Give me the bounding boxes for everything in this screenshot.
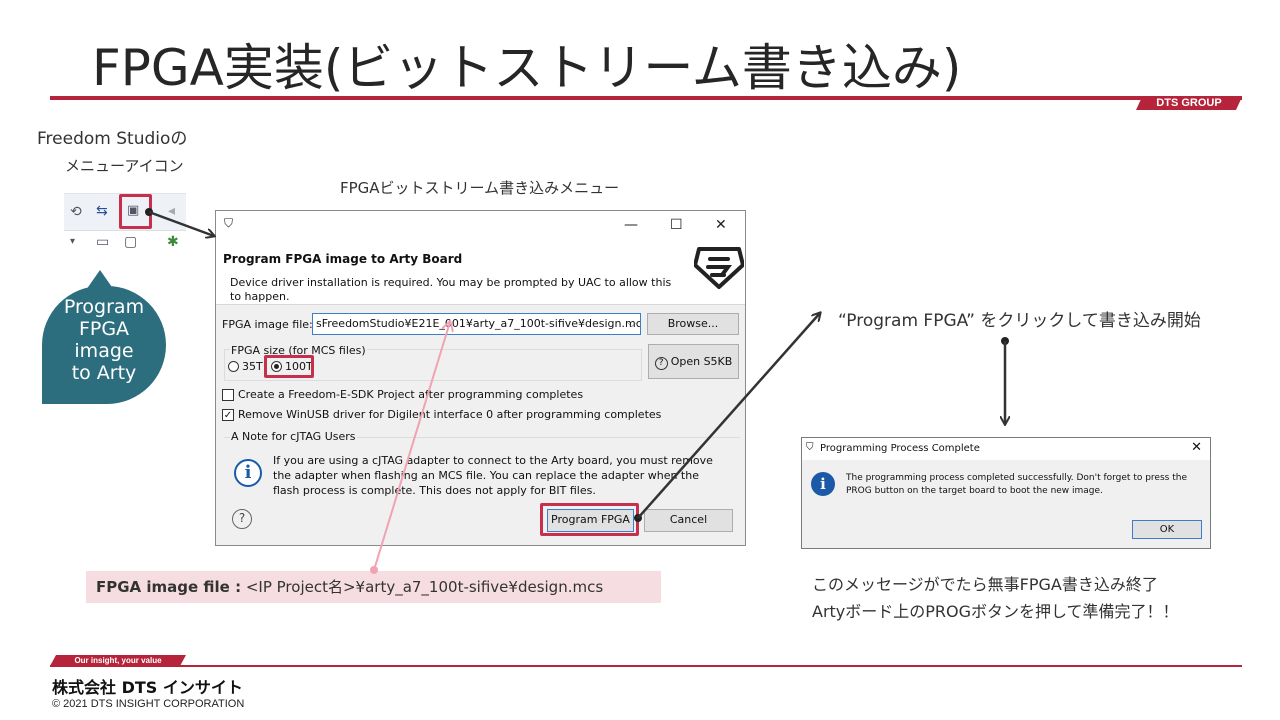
menu-icon-caption-line2: メニューアイコン bbox=[65, 157, 184, 175]
footer-copyright: © 2021 DTS INSIGHT CORPORATION bbox=[52, 698, 245, 710]
ok-button[interactable]: OK bbox=[1132, 520, 1202, 539]
sifive-small-icon: ⛉ bbox=[806, 442, 814, 453]
dialog-caption: FPGAビットストリーム書き込みメニュー bbox=[340, 179, 620, 197]
footer-rule bbox=[50, 665, 1242, 667]
menu-icon-caption: Freedom Studioの メニューアイコン bbox=[37, 126, 187, 180]
menu-icon-highlight bbox=[119, 194, 152, 229]
message-text: The programming process completed succes… bbox=[846, 473, 1187, 496]
close-icon[interactable]: ✕ bbox=[1191, 440, 1202, 455]
dialog-description: Device driver installation is required. … bbox=[230, 276, 672, 303]
sifive-small-icon: ⛉ bbox=[224, 216, 234, 230]
checkbox2-label: Remove WinUSB driver for Digilent interf… bbox=[238, 408, 662, 421]
info-icon: i bbox=[811, 472, 835, 496]
bubble-line4: to Arty bbox=[71, 362, 137, 384]
menu-icon-bubble: Program FPGA image to Arty bbox=[42, 286, 166, 404]
info-icon: i bbox=[234, 459, 262, 487]
bubble-line1: Program bbox=[63, 296, 145, 318]
cjtag-note-label: A Note for cJTAG Users bbox=[230, 430, 357, 443]
sifive-logo-icon bbox=[694, 247, 744, 289]
cancel-button[interactable]: Cancel bbox=[644, 509, 733, 532]
file-path-note-value: <IP Project名>¥arty_a7_100t-sifive¥design… bbox=[241, 578, 604, 596]
fpga-image-file-value: sFreedomStudio¥E21E_001¥arty_a7_100t-sif… bbox=[316, 317, 641, 330]
slide-title: FPGA実装(ビットストリーム書き込み) bbox=[92, 39, 962, 97]
radio-35t[interactable]: 35T bbox=[228, 360, 263, 373]
file-path-note: FPGA image file : <IP Project名>¥arty_a7_… bbox=[86, 571, 661, 603]
checkbox1-box[interactable] bbox=[222, 388, 234, 401]
file-path-note-label: FPGA image file : bbox=[96, 578, 242, 596]
program-fpga-dialog: ⛉ — ☐ ✕ Program FPGA image to Arty Board… bbox=[215, 210, 746, 546]
open-s5kb-button[interactable]: ? Open S5KB bbox=[648, 344, 739, 379]
remove-winusb-checkbox[interactable]: ✓ Remove WinUSB driver for Digilent inte… bbox=[222, 408, 661, 421]
checkbox1-label: Create a Freedom-E-SDK Project after pro… bbox=[238, 388, 584, 401]
close-window-icon[interactable]: ✕ bbox=[715, 217, 727, 233]
help-icon[interactable]: ? bbox=[232, 509, 252, 529]
completion-note-line2: Artyボード上のPROGボタンを押して準備完了！！ bbox=[812, 602, 1179, 621]
footer-corp-name: 株式会社 DTS インサイト bbox=[52, 678, 243, 697]
bubble-line3: image bbox=[74, 340, 134, 362]
refresh-icon[interactable]: ⟲ bbox=[70, 204, 82, 220]
size-100t-highlight bbox=[264, 355, 314, 378]
message-title: Programming Process Complete bbox=[820, 443, 980, 454]
bubble-line2: FPGA bbox=[78, 318, 130, 340]
help-circle-icon: ? bbox=[654, 357, 668, 370]
fpga-image-file-label: FPGA image file: bbox=[222, 318, 313, 331]
minimize-window-icon[interactable]: — bbox=[624, 217, 638, 233]
completion-note: このメッセージがでたら無事FPGA書き込み終了 Artyボード上のPROGボタン… bbox=[812, 571, 1179, 625]
click-annotation: “Program FPGA” をクリックして書き込み開始 bbox=[838, 311, 1201, 331]
debug-icon[interactable]: ✱ bbox=[167, 234, 179, 250]
toolbar-row2: ▾ ▭ ▢ ✱ bbox=[64, 230, 186, 258]
checkbox2-box[interactable]: ✓ bbox=[222, 408, 234, 421]
chevron-down-icon[interactable]: ▾ bbox=[70, 236, 75, 247]
maximize-icon[interactable]: ▢ bbox=[124, 234, 137, 250]
dialog-titlebar: ⛉ — ☐ ✕ bbox=[216, 211, 745, 241]
minimize-icon[interactable]: ▭ bbox=[96, 234, 109, 250]
radio-35t-circle[interactable] bbox=[228, 361, 239, 372]
message-body: i The programming process completed succ… bbox=[802, 460, 1210, 548]
open-s5kb-label: Open S5KB bbox=[670, 355, 733, 368]
back-icon[interactable]: ◂ bbox=[168, 203, 175, 219]
dialog-heading: Program FPGA image to Arty Board bbox=[223, 252, 463, 266]
fpga-image-file-input[interactable]: sFreedomStudio¥E21E_001¥arty_a7_100t-sif… bbox=[312, 313, 641, 335]
dialog-header: Program FPGA image to Arty Board Device … bbox=[216, 241, 745, 305]
maximize-window-icon[interactable]: ☐ bbox=[670, 217, 683, 233]
title-rule bbox=[50, 96, 1242, 100]
cjtag-note-text: If you are using a cJTAG adapter to conn… bbox=[273, 454, 713, 497]
menu-icon-caption-line1: Freedom Studioの bbox=[37, 129, 188, 149]
radio-35t-label: 35T bbox=[242, 360, 263, 373]
programming-complete-dialog: ⛉ Programming Process Complete ✕ i The p… bbox=[801, 437, 1211, 549]
chevron-down-icon[interactable]: ⌵ bbox=[628, 317, 636, 331]
program-button-highlight bbox=[540, 503, 639, 536]
arrow-annotation-to-message bbox=[1001, 337, 1009, 424]
browse-button[interactable]: Browse... bbox=[647, 313, 739, 335]
create-sdk-project-checkbox[interactable]: Create a Freedom-E-SDK Project after pro… bbox=[222, 388, 583, 401]
completion-note-line1: このメッセージがでたら無事FPGA書き込み終了 bbox=[812, 575, 1158, 594]
brand-tag: DTS GROUP bbox=[1136, 97, 1242, 110]
launch-icon[interactable]: ⇆ bbox=[96, 203, 108, 219]
